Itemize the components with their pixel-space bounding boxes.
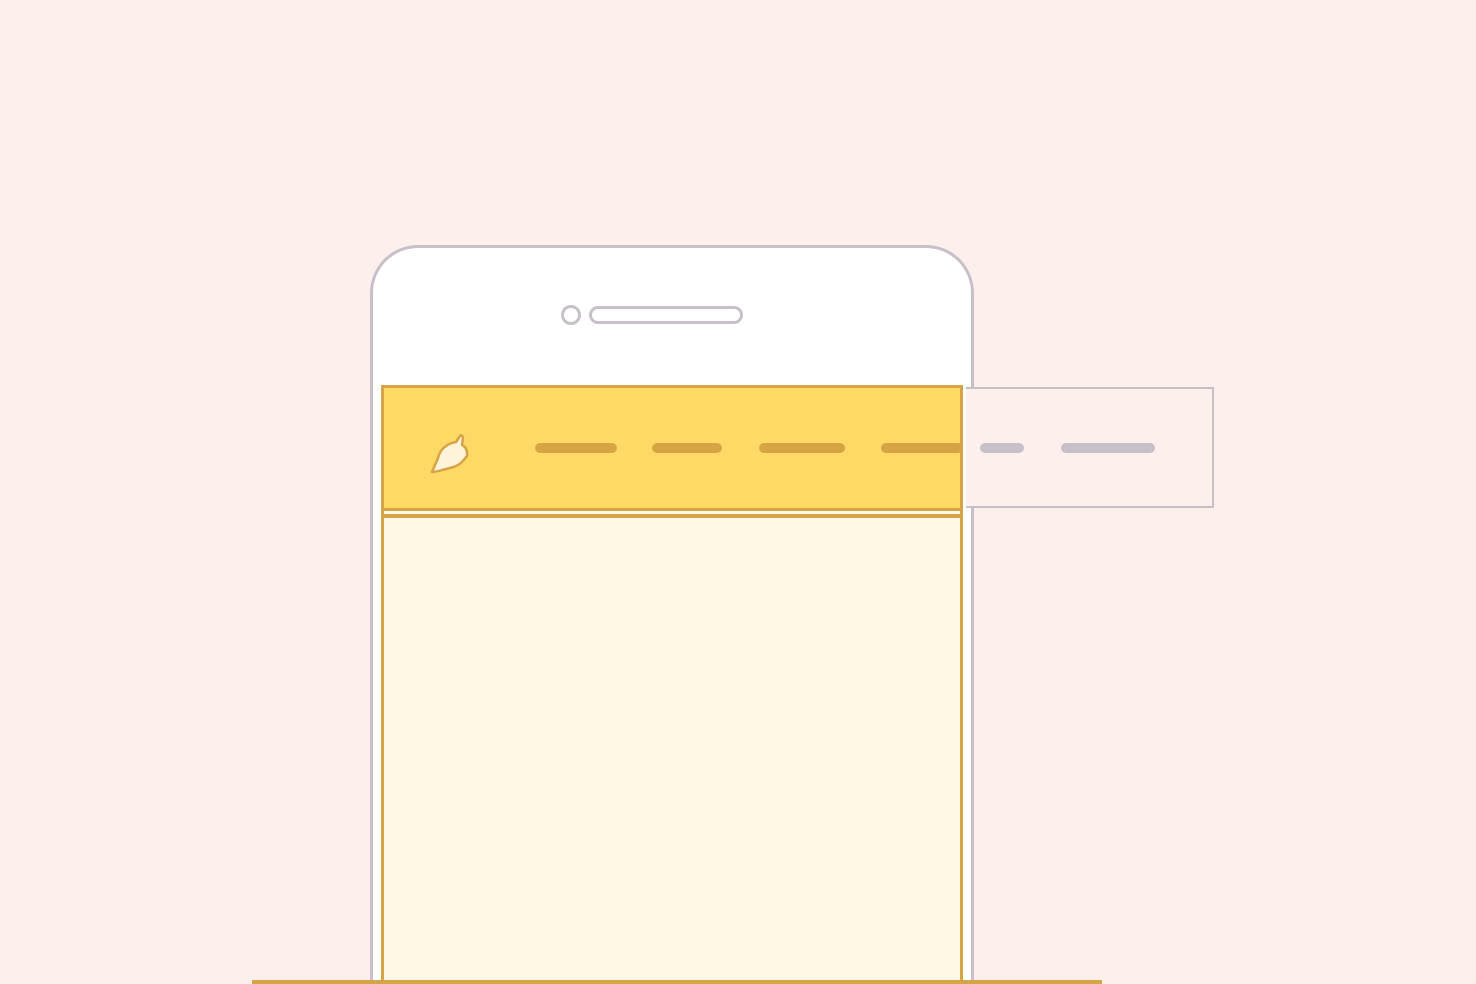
- nav-item-placeholder[interactable]: [881, 443, 963, 453]
- phone-camera-icon: [561, 305, 581, 325]
- bottom-accent-bar: [252, 980, 1102, 984]
- nav-item-placeholder[interactable]: [759, 443, 845, 453]
- nav-item-placeholder[interactable]: [535, 443, 617, 453]
- nav-overflow-item-placeholder[interactable]: [980, 443, 1024, 453]
- app-logo[interactable]: [418, 420, 480, 482]
- nav-overflow-item-placeholder[interactable]: [1061, 443, 1155, 453]
- phone-speaker-icon: [589, 306, 743, 324]
- nav-item-placeholder[interactable]: [652, 443, 722, 453]
- header-divider: [381, 514, 963, 518]
- dog-head-icon: [418, 469, 480, 486]
